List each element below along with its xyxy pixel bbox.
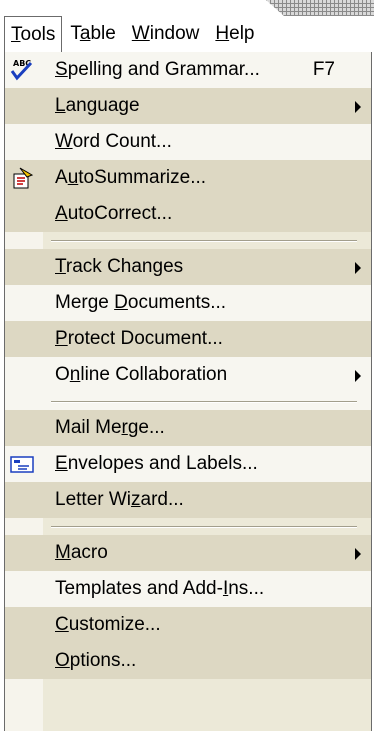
menu-item-protect-document[interactable]: Protect Document... (5, 321, 371, 357)
submenu-arrow-icon (355, 370, 361, 382)
menu-item-word-count[interactable]: Word Count... (5, 124, 371, 160)
menu-help[interactable]: Help (207, 16, 262, 52)
menu-item-templates-and-add-ins[interactable]: Templates and Add-Ins... (5, 571, 371, 607)
menu-table[interactable]: Table (62, 16, 123, 52)
submenu-arrow-icon (355, 262, 361, 274)
menu-item-track-changes[interactable]: Track Changes (5, 249, 371, 285)
menu-separator (5, 232, 371, 249)
menu-bar: Tools Table Window Help (0, 16, 374, 52)
menu-item-language[interactable]: Language (5, 88, 371, 124)
menu-separator (5, 518, 371, 535)
menu-item-mail-merge[interactable]: Mail Merge... (5, 410, 371, 446)
spelling-abc-check-icon: ABC (9, 57, 35, 83)
autosummarize-icon (9, 165, 35, 191)
menu-item-envelopes-and-labels[interactable]: Envelopes and Labels... (5, 446, 371, 482)
tools-dropdown-menu: ABC Spelling and Grammar... F7 Language … (4, 52, 372, 731)
menu-window[interactable]: Window (124, 16, 208, 52)
submenu-arrow-icon (355, 548, 361, 560)
menu-separator (5, 393, 371, 410)
menu-item-macro[interactable]: Macro (5, 535, 371, 571)
menu-item-merge-documents[interactable]: Merge Documents... (5, 285, 371, 321)
shortcut-label: F7 (312, 59, 335, 80)
envelope-label-icon (9, 451, 35, 477)
menu-item-options[interactable]: Options... (5, 643, 371, 679)
menu-item-customize[interactable]: Customize... (5, 607, 371, 643)
menu-item-online-collaboration[interactable]: Online Collaboration (5, 357, 371, 393)
menu-item-autocorrect[interactable]: AutoCorrect... (5, 196, 371, 232)
menu-item-autosummarize[interactable]: AutoSummarize... (5, 160, 371, 196)
background-hatch-decoration (266, 0, 374, 16)
submenu-arrow-icon (355, 101, 361, 113)
menu-item-letter-wizard[interactable]: Letter Wizard... (5, 482, 371, 518)
menu-tools[interactable]: Tools (4, 16, 63, 52)
menu-item-spelling-and-grammar[interactable]: ABC Spelling and Grammar... F7 (5, 52, 371, 88)
